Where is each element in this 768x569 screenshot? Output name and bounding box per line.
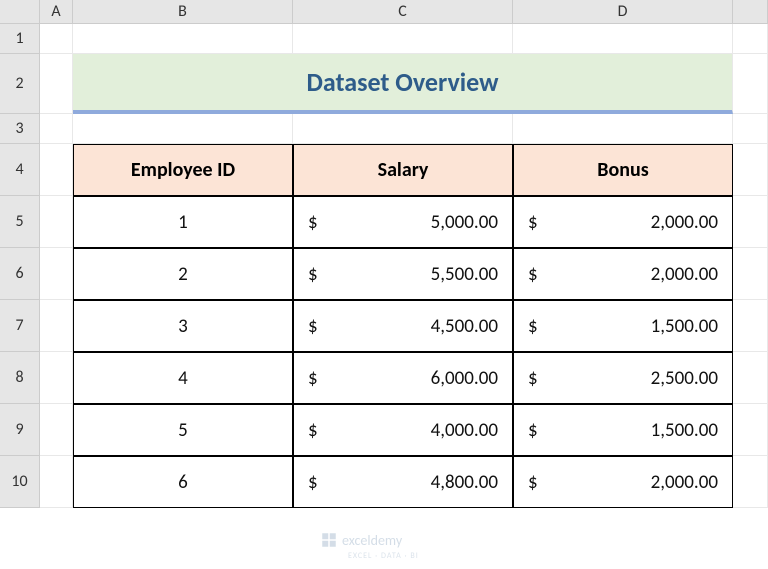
cell-d3[interactable] — [513, 114, 733, 144]
currency-symbol: $ — [528, 471, 538, 494]
cell-a8[interactable] — [40, 352, 73, 404]
currency-symbol: $ — [308, 211, 318, 234]
cell-a10[interactable] — [40, 456, 73, 508]
cell-bonus-4[interactable]: $2,500.00 — [513, 352, 733, 404]
cell-e10[interactable] — [733, 456, 768, 508]
currency-symbol: $ — [528, 315, 538, 338]
cell-salary-1[interactable]: $5,000.00 — [293, 196, 513, 248]
cell-c3[interactable] — [293, 114, 513, 144]
cell-salary-5[interactable]: $4,000.00 — [293, 404, 513, 456]
row-header-9[interactable]: 9 — [0, 404, 40, 456]
amount-value: 2,000.00 — [538, 471, 718, 494]
watermark-subtitle: EXCEL · DATA · BI — [348, 551, 419, 561]
currency-symbol: $ — [528, 367, 538, 390]
cell-a4[interactable] — [40, 144, 73, 196]
row-header-1[interactable]: 1 — [0, 24, 40, 54]
cell-b3[interactable] — [73, 114, 293, 144]
cell-id-6[interactable]: 6 — [73, 456, 293, 508]
cell-bonus-5[interactable]: $1,500.00 — [513, 404, 733, 456]
cell-e3[interactable] — [733, 114, 768, 144]
watermark: exceldemy — [320, 531, 402, 549]
col-header-a[interactable]: A — [40, 0, 73, 24]
currency-symbol: $ — [308, 367, 318, 390]
header-salary[interactable]: Salary — [293, 144, 513, 196]
currency-symbol: $ — [308, 471, 318, 494]
cell-a3[interactable] — [40, 114, 73, 144]
amount-value: 2,000.00 — [538, 263, 718, 286]
cell-bonus-2[interactable]: $2,000.00 — [513, 248, 733, 300]
amount-value: 5,000.00 — [318, 211, 498, 234]
row-header-7[interactable]: 7 — [0, 300, 40, 352]
cell-e8[interactable] — [733, 352, 768, 404]
amount-value: 4,800.00 — [318, 471, 498, 494]
cell-e6[interactable] — [733, 248, 768, 300]
header-bonus[interactable]: Bonus — [513, 144, 733, 196]
row-header-4[interactable]: 4 — [0, 144, 40, 196]
amount-value: 1,500.00 — [538, 419, 718, 442]
amount-value: 1,500.00 — [538, 315, 718, 338]
cell-d1[interactable] — [513, 24, 733, 54]
cell-a1[interactable] — [40, 24, 73, 54]
currency-symbol: $ — [308, 315, 318, 338]
cell-a5[interactable] — [40, 196, 73, 248]
cell-e4[interactable] — [733, 144, 768, 196]
row-header-5[interactable]: 5 — [0, 196, 40, 248]
cell-a7[interactable] — [40, 300, 73, 352]
row-header-6[interactable]: 6 — [0, 248, 40, 300]
cell-a9[interactable] — [40, 404, 73, 456]
row-header-2[interactable]: 2 — [0, 54, 40, 114]
row-header-3[interactable]: 3 — [0, 114, 40, 144]
title-cell[interactable]: Dataset Overview — [73, 54, 733, 114]
cell-salary-3[interactable]: $4,500.00 — [293, 300, 513, 352]
cell-id-2[interactable]: 2 — [73, 248, 293, 300]
cell-a2[interactable] — [40, 54, 73, 114]
amount-value: 5,500.00 — [318, 263, 498, 286]
amount-value: 2,500.00 — [538, 367, 718, 390]
watermark-icon — [320, 531, 338, 549]
row-header-8[interactable]: 8 — [0, 352, 40, 404]
cell-salary-2[interactable]: $5,500.00 — [293, 248, 513, 300]
amount-value: 4,500.00 — [318, 315, 498, 338]
cell-bonus-1[interactable]: $2,000.00 — [513, 196, 733, 248]
header-employee-id[interactable]: Employee ID — [73, 144, 293, 196]
cell-id-3[interactable]: 3 — [73, 300, 293, 352]
amount-value: 6,000.00 — [318, 367, 498, 390]
cell-salary-4[interactable]: $6,000.00 — [293, 352, 513, 404]
cell-id-1[interactable]: 1 — [73, 196, 293, 248]
spreadsheet-grid: A B C D 1 2 Dataset Overview 3 4 Employe… — [0, 0, 768, 508]
currency-symbol: $ — [308, 419, 318, 442]
select-all-corner[interactable] — [0, 0, 40, 24]
currency-symbol: $ — [528, 211, 538, 234]
cell-id-5[interactable]: 5 — [73, 404, 293, 456]
cell-id-4[interactable]: 4 — [73, 352, 293, 404]
cell-e1[interactable] — [733, 24, 768, 54]
currency-symbol: $ — [528, 419, 538, 442]
currency-symbol: $ — [308, 263, 318, 286]
row-header-10[interactable]: 10 — [0, 456, 40, 508]
cell-bonus-6[interactable]: $2,000.00 — [513, 456, 733, 508]
cell-e2[interactable] — [733, 54, 768, 114]
col-header-c[interactable]: C — [293, 0, 513, 24]
cell-e5[interactable] — [733, 196, 768, 248]
cell-e9[interactable] — [733, 404, 768, 456]
col-header-d[interactable]: D — [513, 0, 733, 24]
watermark-text: exceldemy — [342, 532, 402, 549]
col-header-e[interactable] — [733, 0, 768, 24]
cell-a6[interactable] — [40, 248, 73, 300]
amount-value: 4,000.00 — [318, 419, 498, 442]
cell-b1[interactable] — [73, 24, 293, 54]
amount-value: 2,000.00 — [538, 211, 718, 234]
cell-e7[interactable] — [733, 300, 768, 352]
currency-symbol: $ — [528, 263, 538, 286]
cell-c1[interactable] — [293, 24, 513, 54]
cell-bonus-3[interactable]: $1,500.00 — [513, 300, 733, 352]
cell-salary-6[interactable]: $4,800.00 — [293, 456, 513, 508]
col-header-b[interactable]: B — [73, 0, 293, 24]
